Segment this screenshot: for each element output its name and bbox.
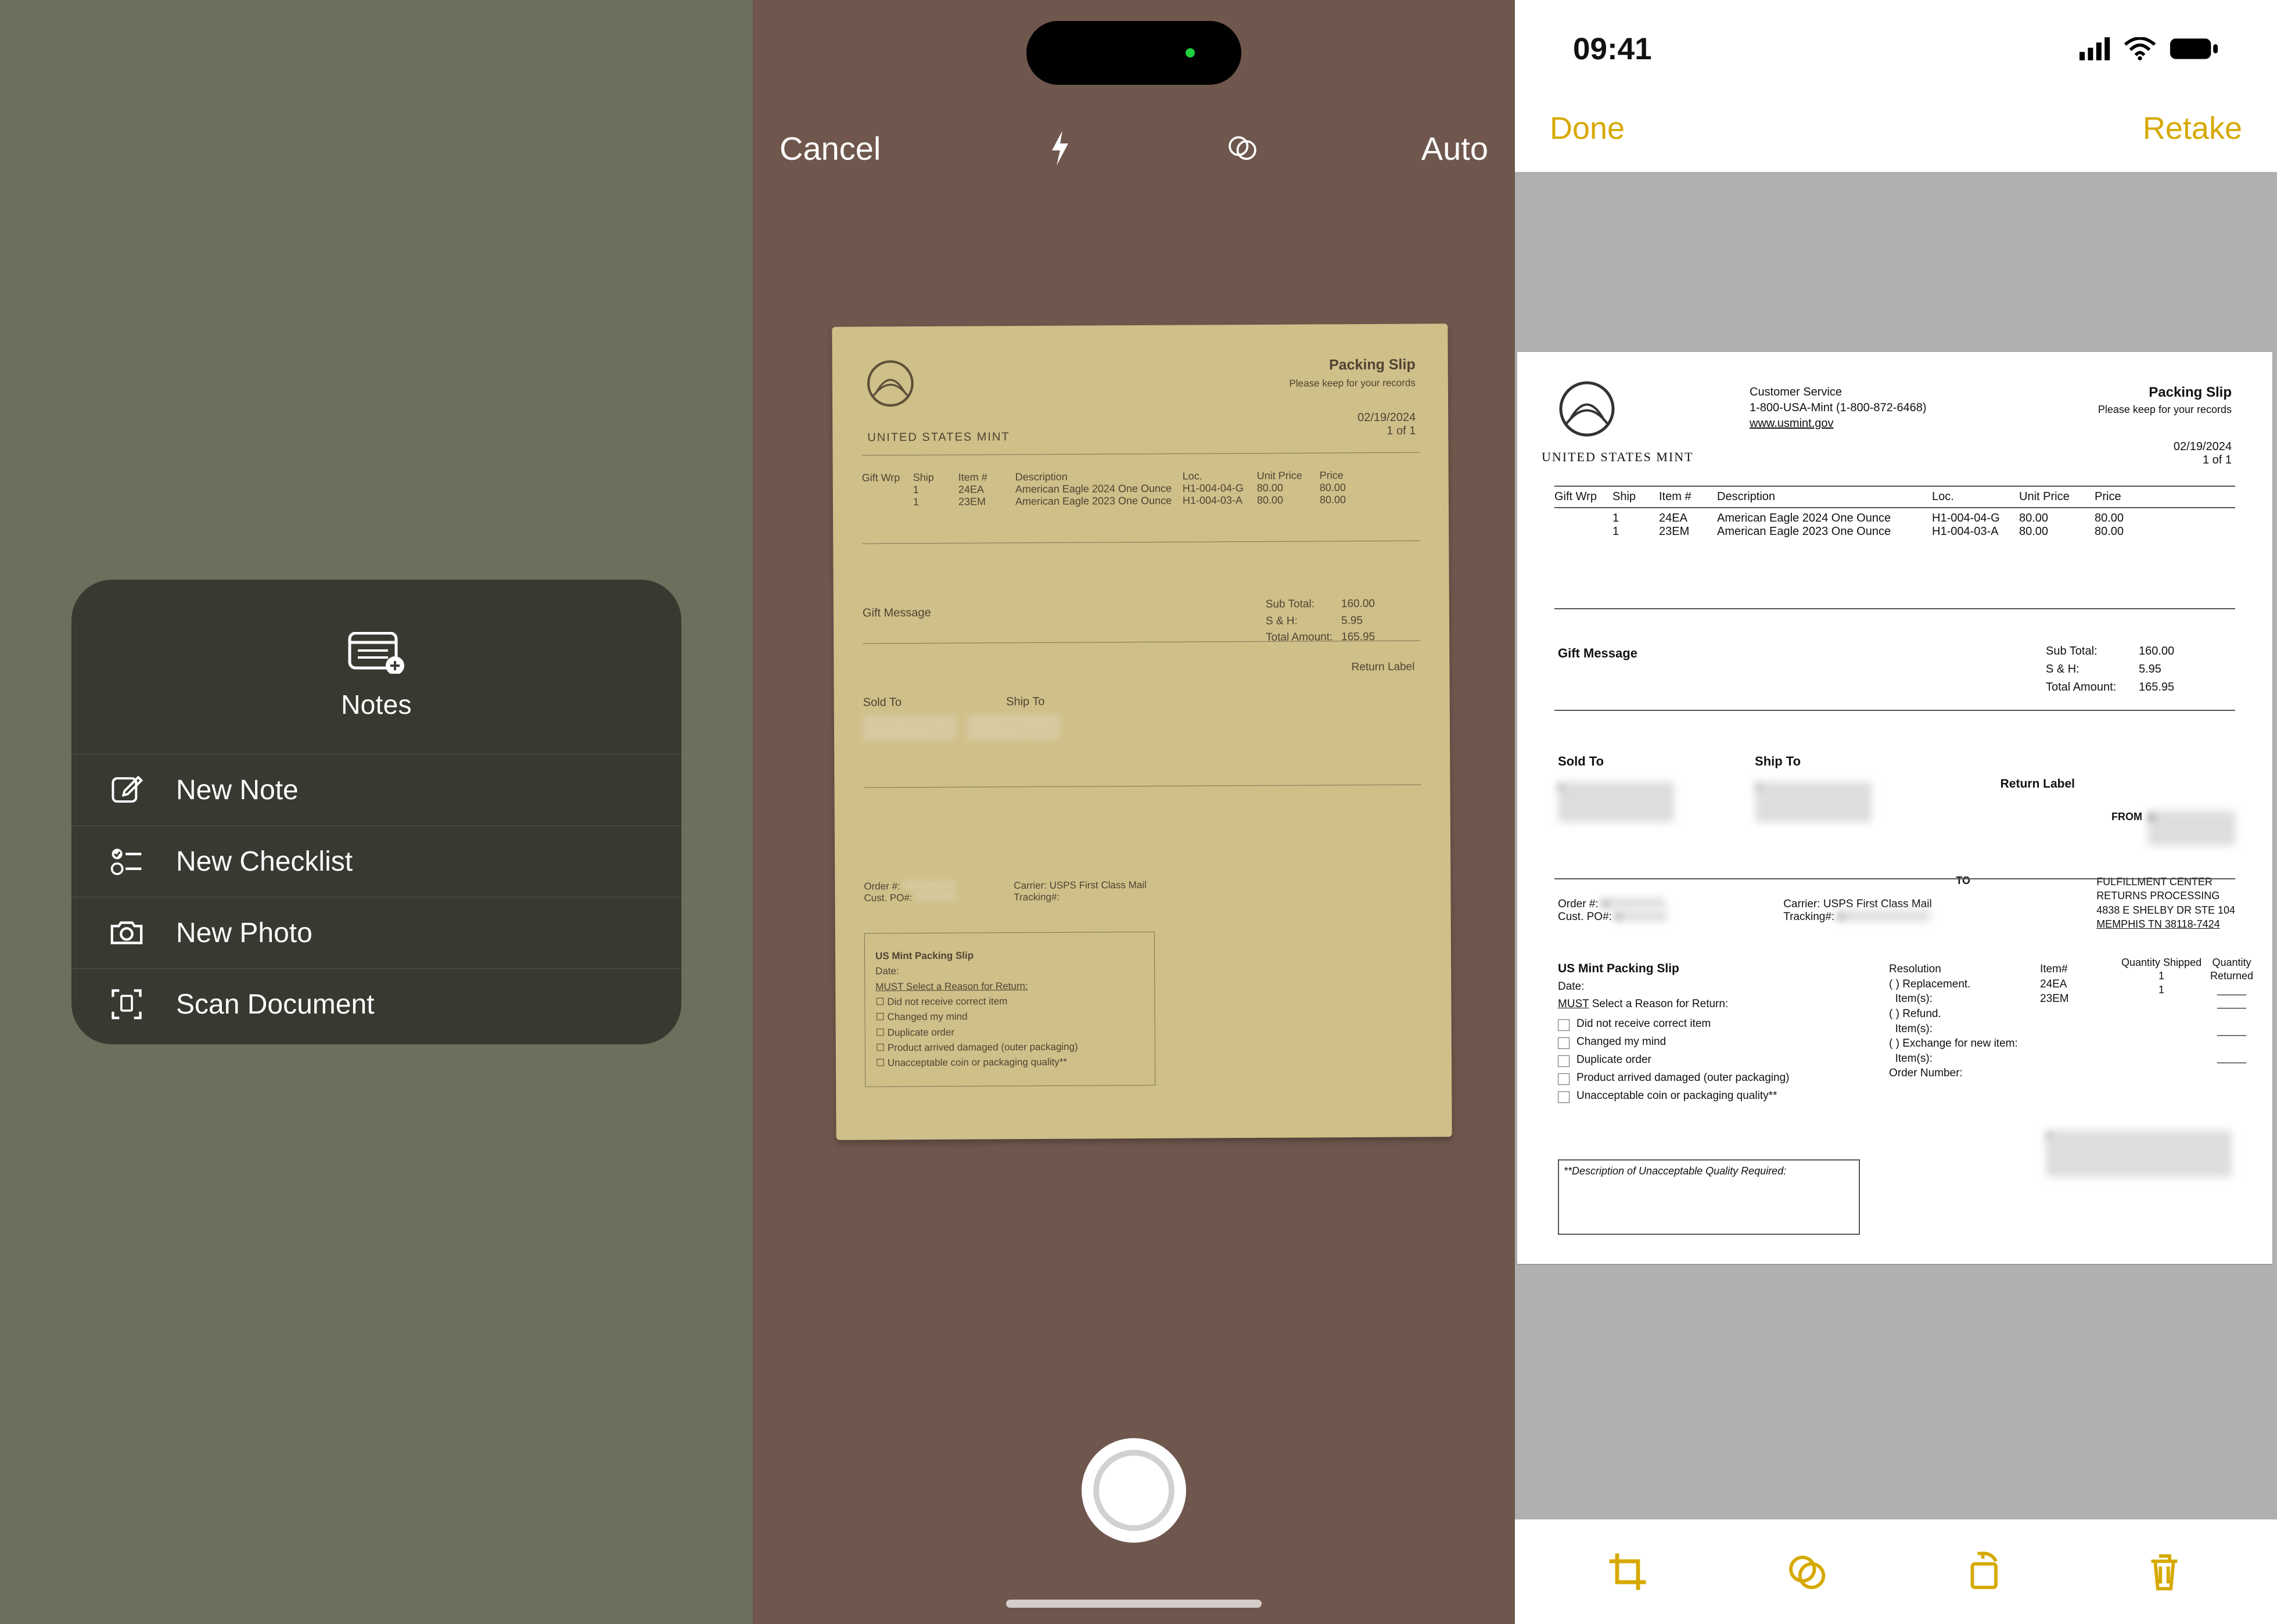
camera-active-indicator bbox=[1186, 48, 1195, 58]
carrier-row: Order #: xCust. PO#: x Carrier: USPS Fir… bbox=[864, 878, 1421, 904]
notes-app-icon bbox=[344, 632, 408, 674]
flash-icon[interactable] bbox=[1044, 130, 1076, 167]
redacted: x bbox=[967, 714, 1060, 741]
new-photo-item[interactable]: New Photo bbox=[71, 897, 681, 968]
returns-box: US Mint Packing Slip Date: MUST Select a… bbox=[1558, 962, 1866, 1108]
scan-toolbar: Cancel Auto bbox=[753, 122, 1515, 174]
redacted: x bbox=[1558, 782, 1674, 822]
customer-service: Customer Service1-800-USA-Mint (1-800-87… bbox=[1750, 385, 1927, 432]
scan-document-item[interactable]: Scan Document bbox=[71, 968, 681, 1044]
done-button[interactable]: Done bbox=[1550, 110, 1625, 146]
new-note-item[interactable]: New Note bbox=[71, 754, 681, 825]
review-bottom-toolbar bbox=[1515, 1519, 2277, 1624]
gift-message-label: Gift Message bbox=[863, 606, 931, 620]
table-row: 123EMAmerican Eagle 2023 One OunceH1-004… bbox=[862, 493, 1420, 508]
brand-label: UNITED STATES MINT bbox=[867, 428, 1419, 444]
dynamic-island bbox=[1026, 21, 1241, 85]
to-label: TO bbox=[1956, 875, 1970, 887]
table-row: 124EAAmerican Eagle 2024 One OunceH1-004… bbox=[1554, 512, 2235, 525]
redacted: x bbox=[1755, 782, 1872, 822]
scan-review-panel: 09:41 Done Retake UNITED STATES MINT Cus… bbox=[1515, 0, 2277, 1624]
document-live-preview: Packing SlipPlease keep for your records… bbox=[832, 324, 1452, 1140]
carrier-row: Order #: xCust. PO#: x Carrier: USPS Fir… bbox=[1558, 898, 1932, 924]
qty-returned-col: Quantity Returned____________________ bbox=[2191, 956, 2272, 1065]
gift-message-label: Gift Message bbox=[1558, 646, 1637, 661]
totals: Sub Total:160.00 S & H:5.95 Total Amount… bbox=[1266, 596, 1417, 646]
slip-date: 02/19/20241 of 1 bbox=[1357, 411, 1416, 439]
rotate-icon[interactable] bbox=[1964, 1551, 2006, 1593]
filter-icon[interactable] bbox=[1227, 130, 1258, 167]
cancel-button[interactable]: Cancel bbox=[780, 130, 881, 167]
slip-date: 02/19/20241 of 1 bbox=[2174, 440, 2232, 467]
trash-icon[interactable] bbox=[2143, 1551, 2185, 1593]
unacceptable-desc-box: **Description of Unacceptable Quality Re… bbox=[1558, 1159, 1860, 1235]
camera-icon bbox=[106, 916, 147, 950]
menu-item-label: New Note bbox=[176, 774, 299, 806]
mint-logo-icon bbox=[866, 359, 915, 408]
scan-icon bbox=[106, 987, 147, 1021]
qty-shipped-col: Quantity Shipped11 bbox=[2121, 956, 2201, 997]
status-bar: 09:41 bbox=[1515, 26, 2277, 72]
redacted: x bbox=[863, 715, 956, 741]
checklist-icon bbox=[106, 845, 147, 878]
review-toolbar: Done Retake bbox=[1515, 110, 2277, 146]
menu-item-label: New Photo bbox=[176, 917, 313, 949]
menu-item-label: Scan Document bbox=[176, 989, 375, 1021]
mint-logo-icon bbox=[1558, 380, 1616, 438]
clock: 09:41 bbox=[1573, 31, 1652, 67]
item-col: Item#24EA23EM bbox=[2040, 962, 2069, 1007]
cellular-icon bbox=[2080, 37, 2111, 60]
from-label: FROM x bbox=[2111, 811, 2235, 846]
totals: Sub Total:160.00 S & H:5.95 Total Amount… bbox=[2046, 642, 2232, 696]
auto-button[interactable]: Auto bbox=[1421, 130, 1488, 167]
return-label: Return Label bbox=[2001, 777, 2075, 791]
color-filter-icon[interactable] bbox=[1786, 1551, 1827, 1593]
scanned-document[interactable]: UNITED STATES MINT Customer Service1-800… bbox=[1517, 352, 2272, 1264]
crop-icon[interactable] bbox=[1607, 1551, 1649, 1593]
items-table: Gift WrpShipItem #DescriptionLoc.Unit Pr… bbox=[1554, 482, 2235, 613]
compose-icon bbox=[106, 773, 147, 807]
redacted: x bbox=[2046, 1130, 2232, 1177]
slip-title: Packing SlipPlease keep for your records bbox=[2098, 385, 2232, 417]
notes-quick-menu: Notes New Note New Checklist New Photo S… bbox=[71, 580, 681, 1044]
sold-ship-labels: Sold ToShip To bbox=[1558, 754, 1801, 769]
resolution-col: Resolution ( ) Replacement. Item(s): ( )… bbox=[1889, 962, 2018, 1081]
slip-title: Packing SlipPlease keep for your records bbox=[1289, 357, 1416, 391]
return-address: FULFILLMENT CENTERRETURNS PROCESSING4838… bbox=[2096, 875, 2235, 931]
shutter-button[interactable] bbox=[1082, 1438, 1186, 1543]
menu-title: Notes bbox=[341, 689, 412, 720]
menu-item-label: New Checklist bbox=[176, 846, 353, 878]
review-body: UNITED STATES MINT Customer Service1-800… bbox=[1515, 172, 2277, 1519]
battery-icon bbox=[2169, 37, 2219, 60]
scan-camera-panel: Cancel Auto Packing SlipPlease keep for … bbox=[753, 0, 1515, 1624]
notes-quick-action-panel: Notes New Note New Checklist New Photo S… bbox=[0, 0, 753, 1624]
returns-box: US Mint Packing Slip Date: MUST Select a… bbox=[864, 932, 1155, 1087]
brand-label: UNITED STATES MINT bbox=[1542, 450, 1694, 465]
table-row: 123EMAmerican Eagle 2023 One OunceH1-004… bbox=[1554, 525, 2235, 538]
return-label: Return Label bbox=[1352, 661, 1415, 674]
home-indicator[interactable] bbox=[1006, 1600, 1262, 1608]
sold-ship-labels: Sold ToShip To bbox=[863, 693, 1421, 709]
menu-header: Notes bbox=[71, 580, 681, 754]
new-checklist-item[interactable]: New Checklist bbox=[71, 825, 681, 897]
retake-button[interactable]: Retake bbox=[2143, 110, 2242, 146]
wifi-icon bbox=[2124, 37, 2156, 60]
